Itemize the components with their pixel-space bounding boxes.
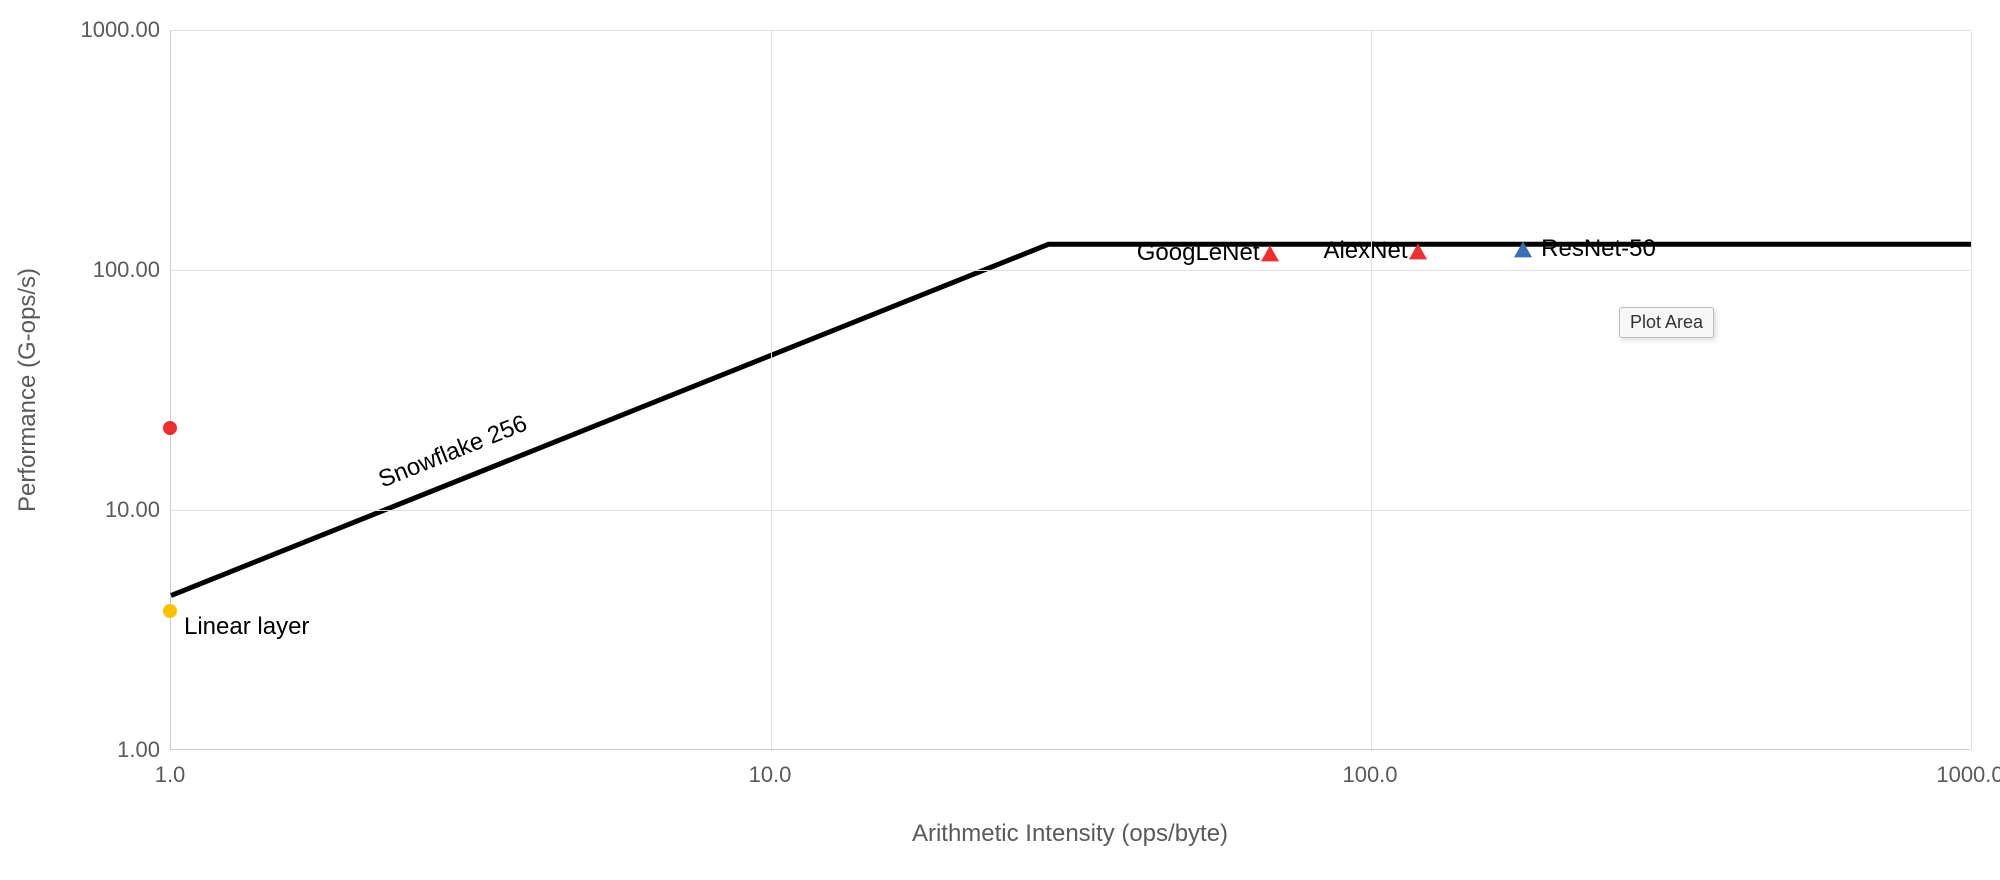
x-tick: 1.0 [155,762,186,788]
x-tick: 100.0 [1342,762,1397,788]
point-linear-layer-red- [163,421,177,435]
y-axis-label: Performance (G-ops/s) [14,268,42,512]
point-googlenet [1261,245,1279,261]
x-tick: 10.0 [749,762,792,788]
x-tick: 1000.0 [1936,762,2000,788]
grid-v [1971,30,1972,749]
grid-h [171,270,1970,271]
point-label: GoogLeNet [1137,239,1260,267]
y-tick: 1000.00 [80,17,160,43]
y-tick: 1.00 [80,737,160,763]
point-label: Linear layer [184,613,309,641]
roofline-chart: Performance (G-ops/s) Arithmetic Intensi… [0,0,2000,880]
plot-area-tooltip: Plot Area [1619,307,1714,338]
grid-h [171,30,1970,31]
point-label: AlexNet [1323,237,1407,265]
plot-area [170,30,1970,750]
point-linear-layer-yellow- [163,604,177,618]
grid-h [171,510,1970,511]
point-alexnet [1409,243,1427,259]
y-tick: 10.00 [80,497,160,523]
y-tick: 100.00 [80,257,160,283]
roofline-path [171,244,1971,595]
grid-v [1371,30,1372,749]
x-axis-label: Arithmetic Intensity (ops/byte) [912,820,1228,848]
grid-v [771,30,772,749]
point-resnet-50 [1514,241,1532,257]
point-label: ResNet-50 [1541,235,1656,263]
